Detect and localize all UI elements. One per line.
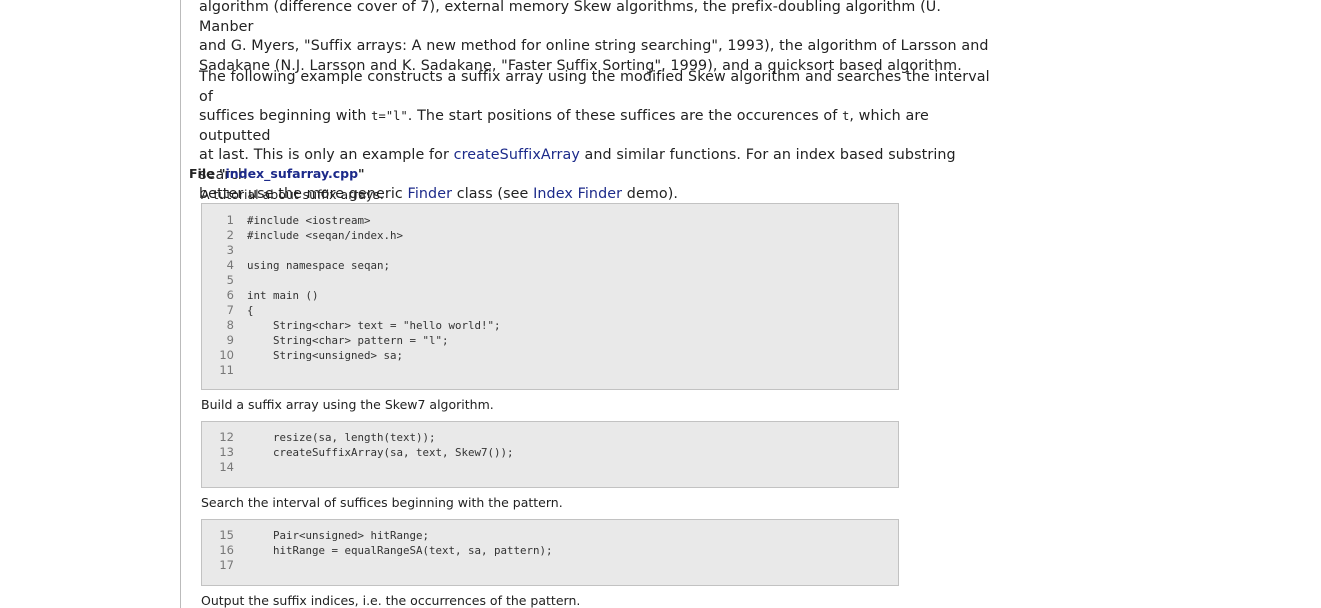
index-finder-link[interactable]: Index Finder [533,186,622,202]
code-line: 12 resize(sa, length(text)); [202,430,892,445]
code-line: 6 int main () [202,288,892,303]
code-line: 5 [202,273,892,288]
intro-line-1: algorithm (difference cover of 7), exter… [199,0,941,35]
code-text: String<char> pattern = "l"; [247,334,449,347]
file-name-link[interactable]: index_sufarray.cpp [225,166,358,181]
doc-page: algorithm (difference cover of 7), exter… [0,0,1321,608]
code-text: { [247,304,254,317]
intro-paragraph-2: The following example constructs a suffi… [199,68,994,205]
para2-text-9: demo). [622,186,679,202]
finder-link[interactable]: Finder [408,186,453,202]
line-number: 6 [226,288,234,302]
line-number: 8 [226,318,234,332]
code-text: int main () [247,289,319,302]
code-line: 3 [202,243,892,258]
para2-text-1: The following example constructs a suffi… [199,69,990,105]
line-number: 2 [226,228,234,242]
code-text: createSuffixArray(sa, text, Skew7()); [247,446,514,459]
file-heading: File "index_sufarray.cpp" [189,166,365,182]
code-line: 13 createSuffixArray(sa, text, Skew7()); [202,445,892,460]
para2-text-2: suffices beginning with [199,108,372,124]
code-line: 16 hitRange = equalRangeSA(text, sa, pat… [202,543,892,558]
caption-output-indices: Output the suffix indices, i.e. the occu… [201,593,581,608]
line-number: 3 [226,243,234,257]
line-number: 14 [219,460,234,474]
file-heading-prefix: File " [189,166,226,181]
line-number: 15 [219,528,234,542]
code-line: 1 #include <iostream> [202,213,892,228]
code-line: 11 [202,363,892,378]
intro-line-2: and G. Myers, "Suffix arrays: A new meth… [199,38,989,54]
code-line: 14 [202,460,892,475]
code-line: 2 #include <seqan/index.h> [202,228,892,243]
code-line: 7{ [202,303,892,318]
code-text: #include <iostream> [247,214,371,227]
code-text: #include <seqan/index.h> [247,229,404,242]
code-line: 9 String<char> pattern = "l"; [202,333,892,348]
caption-tutorial: A tutorial about suffix arrays. [201,187,384,202]
line-number: 12 [219,430,234,444]
code-text: using namespace seqan; [247,259,391,272]
code-line: 4 using namespace seqan; [202,258,892,273]
code-text: String<char> text = "hello world!"; [247,319,501,332]
line-number: 9 [226,333,234,347]
left-border-rule [180,0,181,608]
line-number: 17 [219,558,234,572]
code-text: String<unsigned> sa; [247,349,404,362]
code-block-1: 1 #include <iostream> 2 #include <seqan/ind… [201,203,899,390]
para2-text-5: at last. This is only an example for [199,147,454,163]
code-block-3: 15 Pair<unsigned> hitRange; 16 hitRange =… [201,519,899,586]
line-number: 13 [219,445,234,459]
code-line: 15 Pair<unsigned> hitRange; [202,528,892,543]
code-line: 17 [202,558,892,573]
code-line: 10 String<unsigned> sa; [202,348,892,363]
code-text: resize(sa, length(text)); [247,431,436,444]
para2-text-8: class (see [452,186,534,202]
line-number: 10 [219,348,234,362]
para2-text-3: . The start positions of these suffices … [407,108,843,124]
code-line: 8 String<char> text = "hello world!"; [202,318,892,333]
line-number: 7 [226,303,234,317]
intro-paragraph-1: algorithm (difference cover of 7), exter… [199,0,994,76]
line-number: 5 [226,273,234,287]
code-text: hitRange = equalRangeSA(text, sa, patter… [247,544,553,557]
caption-search-interval: Search the interval of suffices beginnin… [201,495,563,510]
caption-build-suffix-array: Build a suffix array using the Skew7 alg… [201,397,494,412]
code-text: Pair<unsigned> hitRange; [247,529,430,542]
create-suffix-array-link[interactable]: createSuffixArray [454,147,580,163]
line-number: 16 [219,543,234,557]
line-number: 11 [219,363,234,377]
inline-code-pattern: t="l" [371,109,408,123]
line-number: 4 [226,258,234,272]
code-block-2: 12 resize(sa, length(text)); 13 createSuf… [201,421,899,488]
file-heading-suffix: " [358,166,365,181]
line-number: 1 [226,213,234,227]
